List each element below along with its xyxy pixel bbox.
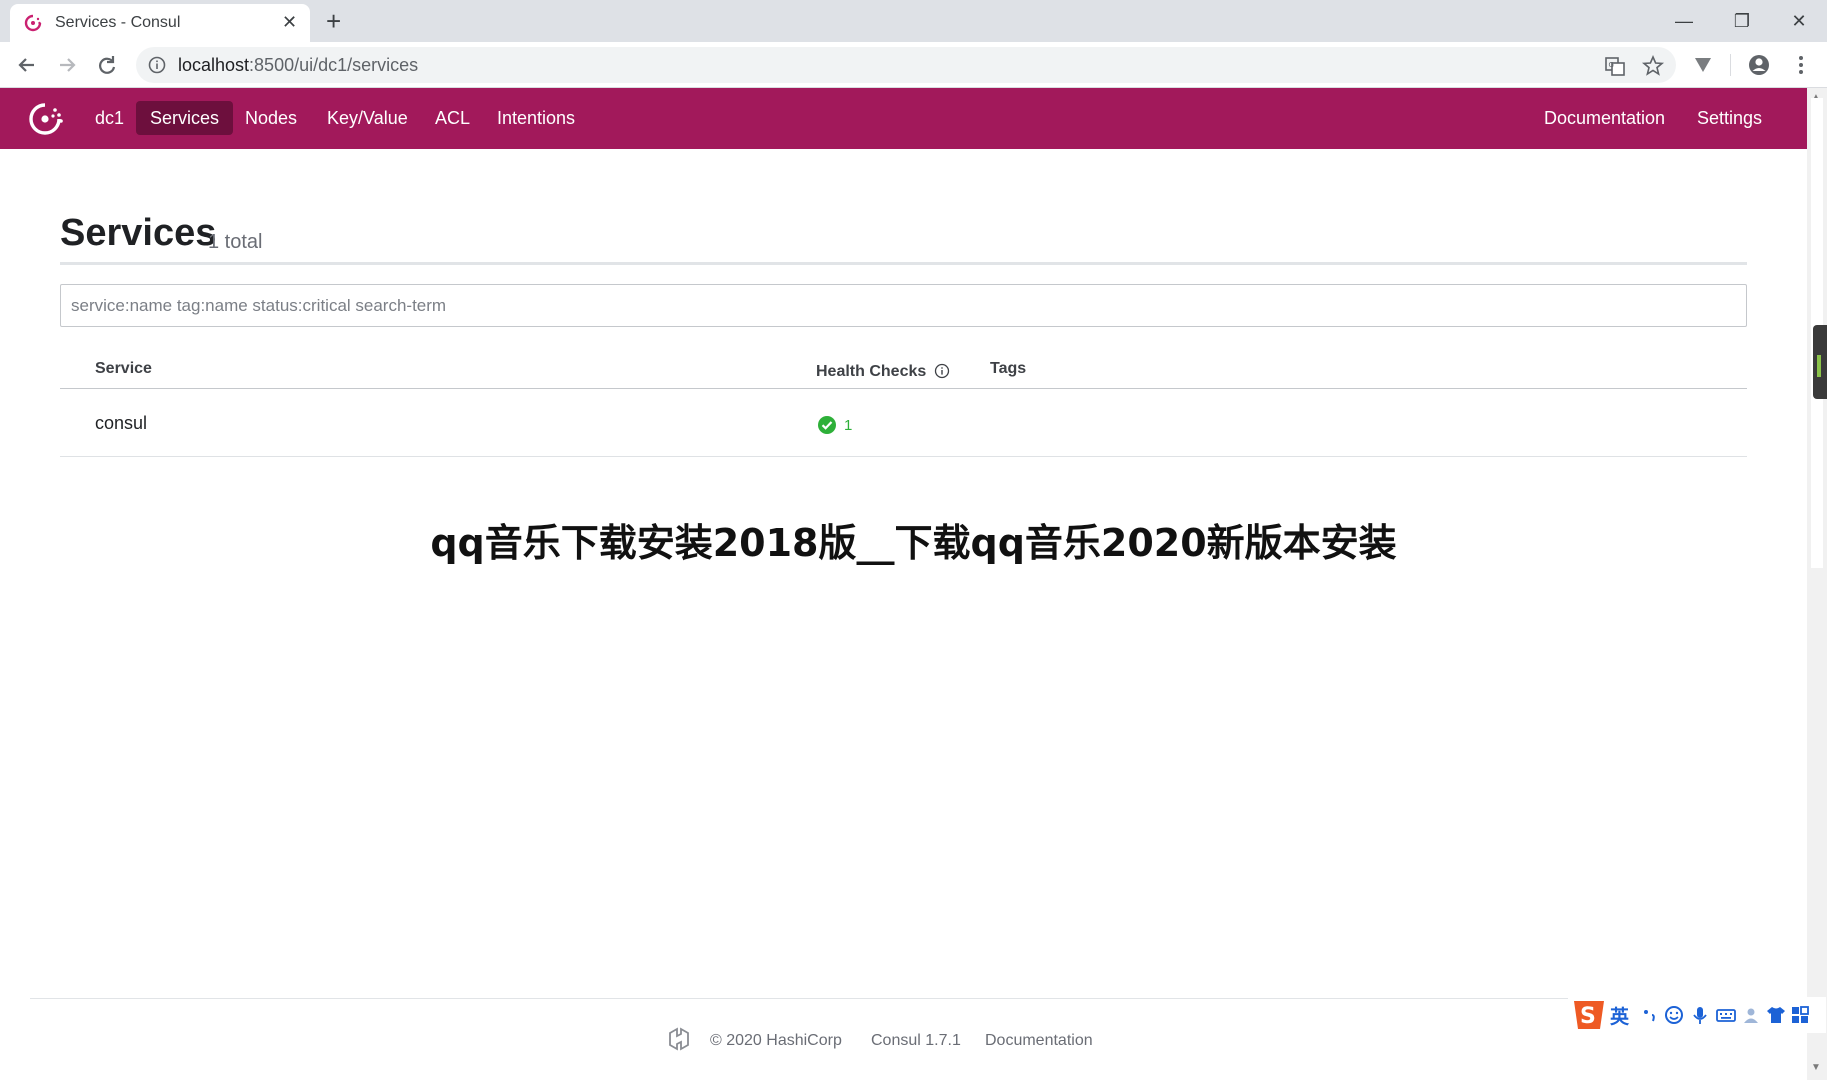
page-title: Services	[60, 212, 217, 254]
extension-icon[interactable]	[1688, 50, 1718, 80]
minimize-button[interactable]: —	[1659, 4, 1709, 38]
column-header-health: Health Checks	[816, 360, 950, 381]
skin-shirt-icon[interactable]	[1766, 1005, 1786, 1025]
services-count: 1 total	[208, 231, 263, 253]
column-header-tags: Tags	[990, 360, 1027, 377]
browser-tab[interactable]: Services - Consul ✕	[10, 4, 310, 42]
passing-check-icon	[818, 416, 836, 434]
page-scrollbar[interactable]: ▲ ▼	[1807, 88, 1827, 1080]
datacenter-selector[interactable]: dc1	[81, 101, 138, 135]
new-tab-button[interactable]: +	[326, 6, 341, 37]
emoji-icon[interactable]	[1664, 1005, 1684, 1025]
hashicorp-logo-icon	[669, 1027, 689, 1051]
maximize-button[interactable]: ❐	[1717, 4, 1767, 38]
url-text: localhost:8500/ui/dc1/services	[178, 55, 419, 75]
footer-version-link[interactable]: Consul 1.7.1	[871, 1032, 961, 1050]
scroll-down-icon[interactable]: ▼	[1811, 1062, 1821, 1073]
browser-tab-strip: Services - Consul ✕ + — ❐ ✕	[0, 0, 1827, 42]
nav-services[interactable]: Services	[136, 101, 234, 135]
table-row[interactable]: consul 1	[60, 389, 1747, 457]
svg-text:G: G	[1609, 61, 1614, 69]
close-window-button[interactable]: ✕	[1774, 4, 1824, 38]
footer-copyright: © 2020 HashiCorp	[710, 1032, 842, 1049]
service-search-input[interactable]	[60, 284, 1747, 327]
nav-intentions[interactable]: Intentions	[483, 101, 589, 135]
toolbar-divider	[1730, 54, 1731, 76]
reload-icon[interactable]	[92, 50, 122, 80]
kebab-menu-icon[interactable]	[1786, 50, 1816, 80]
consul-top-nav: dc1 Services Nodes Key/Value ACL Intenti…	[0, 88, 1807, 149]
nav-key-value[interactable]: Key/Value	[313, 101, 422, 135]
keyboard-icon[interactable]	[1716, 1005, 1736, 1025]
site-info-icon[interactable]	[148, 56, 166, 74]
back-icon[interactable]	[12, 50, 42, 80]
user-icon[interactable]	[1742, 1005, 1762, 1025]
tab-title: Services - Consul	[55, 14, 181, 31]
consul-logo-icon[interactable]	[28, 102, 64, 136]
footer-documentation-link[interactable]: Documentation	[985, 1032, 1093, 1050]
svg-text:S: S	[1580, 1004, 1596, 1029]
address-bar[interactable]: localhost:8500/ui/dc1/services G	[136, 47, 1676, 83]
nav-documentation[interactable]: Documentation	[1530, 101, 1679, 135]
sogou-logo-icon[interactable]: S	[1570, 997, 1608, 1033]
title-divider	[60, 262, 1747, 265]
info-icon[interactable]	[934, 363, 950, 379]
nav-settings[interactable]: Settings	[1683, 101, 1776, 135]
microphone-icon[interactable]	[1690, 1005, 1710, 1025]
tab-close-button[interactable]: ✕	[282, 12, 297, 33]
ime-mode-toggle[interactable]: 英	[1610, 1002, 1629, 1029]
passing-count: 1	[844, 417, 853, 434]
column-header-service: Service	[95, 360, 152, 377]
nav-acl[interactable]: ACL	[421, 101, 484, 135]
account-icon[interactable]	[1744, 50, 1774, 80]
ime-toolbar: S 英	[1568, 997, 1826, 1033]
side-widget-tab[interactable]	[1813, 325, 1827, 399]
star-icon[interactable]	[1640, 53, 1666, 79]
translate-icon[interactable]: G	[1602, 53, 1628, 79]
nav-nodes[interactable]: Nodes	[231, 101, 311, 135]
forward-icon[interactable]	[52, 50, 82, 80]
service-name[interactable]: consul	[95, 413, 147, 434]
punctuation-icon[interactable]	[1640, 1005, 1660, 1025]
browser-toolbar: localhost:8500/ui/dc1/services G	[0, 42, 1827, 88]
footer-divider	[30, 998, 1807, 999]
toolbox-grid-icon[interactable]	[1790, 1005, 1810, 1025]
consul-icon	[24, 14, 42, 32]
overlay-heading: qq音乐下载安装2018版__下载qq音乐2020新版本安装	[430, 521, 1397, 565]
